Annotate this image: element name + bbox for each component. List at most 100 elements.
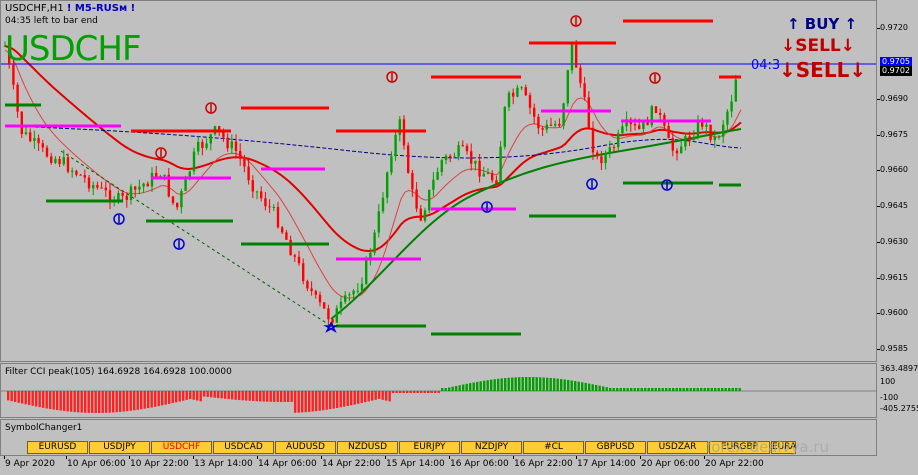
candle-body: [100, 187, 103, 189]
cci-bar: [479, 381, 482, 391]
cci-bar: [388, 391, 391, 402]
cci-bar: [644, 388, 647, 391]
candle-body: [302, 263, 305, 282]
cci-bar: [395, 391, 398, 393]
bottom-star-icon: [323, 321, 339, 333]
cci-bar: [262, 391, 265, 402]
candle-body: [621, 126, 624, 134]
candle-body: [260, 191, 263, 199]
cci-bar: [665, 388, 668, 391]
candle-body: [444, 155, 448, 161]
cci-bar: [444, 388, 447, 391]
candle-body: [243, 158, 246, 167]
candle-body: [696, 120, 700, 138]
candle-body: [360, 283, 364, 291]
price-axis[interactable]: 0.9720 0.9705 0.9702 0.9690 0.9675 0.966…: [877, 0, 918, 362]
cci-bar: [700, 388, 703, 391]
symbol-button-usdcad[interactable]: USDCAD: [213, 441, 274, 454]
cci-bar: [465, 383, 468, 391]
time-label: 14 Apr 06:00: [258, 459, 317, 469]
candle-body: [491, 173, 494, 181]
cci-bar: [633, 388, 636, 391]
cci-bar: [399, 391, 402, 393]
cci-bar: [689, 388, 692, 391]
cci-bar: [17, 391, 20, 403]
cci-bar: [588, 383, 591, 391]
cci-bar: [126, 391, 129, 412]
time-label: 20 Apr 06:00: [641, 459, 700, 469]
candle-body: [276, 206, 280, 228]
cci-bar: [392, 391, 395, 393]
symbol-button-nzdjpy[interactable]: NZDJPY: [461, 441, 522, 454]
price-label: 0.9615: [880, 273, 908, 282]
cci-bar: [189, 391, 192, 400]
cci-bar: [66, 391, 69, 412]
cci-bar: [728, 388, 731, 391]
main-chart-pane[interactable]: USDCHF,H1 ! M5-RUSм ! 04:35 left to bar …: [0, 0, 877, 362]
time-axis[interactable]: 9 Apr 2020 10 Apr 06:00 10 Apr 22:00 13 …: [0, 456, 918, 475]
cci-bar: [367, 391, 370, 402]
cci-bar: [357, 391, 360, 404]
cci-bar: [266, 391, 269, 402]
fast-ma-line: [4, 49, 742, 299]
cci-bar: [35, 391, 38, 407]
candle-body: [436, 171, 439, 180]
cci-bar: [290, 391, 293, 402]
cci-bar: [570, 380, 573, 391]
cci-bar: [619, 388, 622, 391]
cci-bar: [434, 391, 437, 393]
candle-body: [327, 308, 330, 320]
symbol-button-audusd[interactable]: AUDUSD: [275, 441, 336, 454]
cci-indicator-pane[interactable]: Filter CCI peak(105) 164.6928 164.6928 1…: [0, 363, 877, 418]
time-label: 16 Apr 22:00: [514, 459, 573, 469]
chart-symbol-timeframe: USDCHF,H1: [5, 3, 64, 14]
candle-body: [386, 172, 389, 198]
cci-bar: [682, 388, 685, 391]
cci-bar: [98, 391, 101, 413]
cci-bar: [430, 391, 433, 393]
symbol-button-usdjpy[interactable]: USDJPY: [89, 441, 150, 454]
symbol-button-row: EURUSD USDJPY USDCHF USDCAD AUDUSD NZDUS…: [27, 441, 796, 454]
cci-bar: [87, 391, 90, 413]
cci-bar: [364, 391, 367, 403]
cci-bar: [605, 387, 608, 391]
cci-bar: [693, 388, 696, 391]
cci-bar: [206, 391, 209, 397]
cci-bar: [518, 377, 521, 391]
candle-body: [461, 145, 464, 147]
cci-bar: [476, 381, 479, 391]
candle-body: [87, 177, 91, 189]
candle-body: [234, 141, 238, 151]
cci-bar: [626, 388, 629, 391]
symbol-button-cl[interactable]: #CL: [523, 441, 584, 454]
symbol-button-eurusd[interactable]: EURUSD: [27, 441, 88, 454]
candle-body: [575, 42, 578, 68]
cci-bar: [448, 387, 451, 391]
candle-body: [197, 141, 200, 152]
candle-body: [600, 156, 603, 164]
candle-body: [457, 145, 460, 157]
cci-bar: [679, 388, 682, 391]
candle-body: [617, 133, 620, 148]
cci-bar: [70, 391, 73, 412]
cci-bar: [273, 391, 276, 402]
candle-body: [449, 155, 452, 158]
cci-bar: [119, 391, 122, 412]
cci-bar: [427, 391, 430, 393]
candle-body: [289, 239, 292, 256]
symbol-button-usdzar[interactable]: USDZAR: [647, 441, 708, 454]
symbol-button-eurjpy[interactable]: EURJPY: [399, 441, 460, 454]
candle-body: [356, 290, 359, 292]
candle-body: [499, 146, 502, 185]
candle-body: [239, 150, 242, 159]
candle-body: [29, 132, 32, 142]
candle-body: [570, 42, 574, 71]
candle-body: [638, 125, 641, 129]
candle-body: [171, 196, 175, 203]
symbol-button-nzdusd[interactable]: NZDUSD: [337, 441, 398, 454]
time-label: 15 Apr 14:00: [386, 459, 445, 469]
cci-bar: [332, 391, 335, 409]
symbol-button-gbpusd[interactable]: GBPUSD: [585, 441, 646, 454]
symbol-button-usdchf[interactable]: USDCHF: [151, 441, 212, 454]
cci-bar: [595, 384, 598, 391]
